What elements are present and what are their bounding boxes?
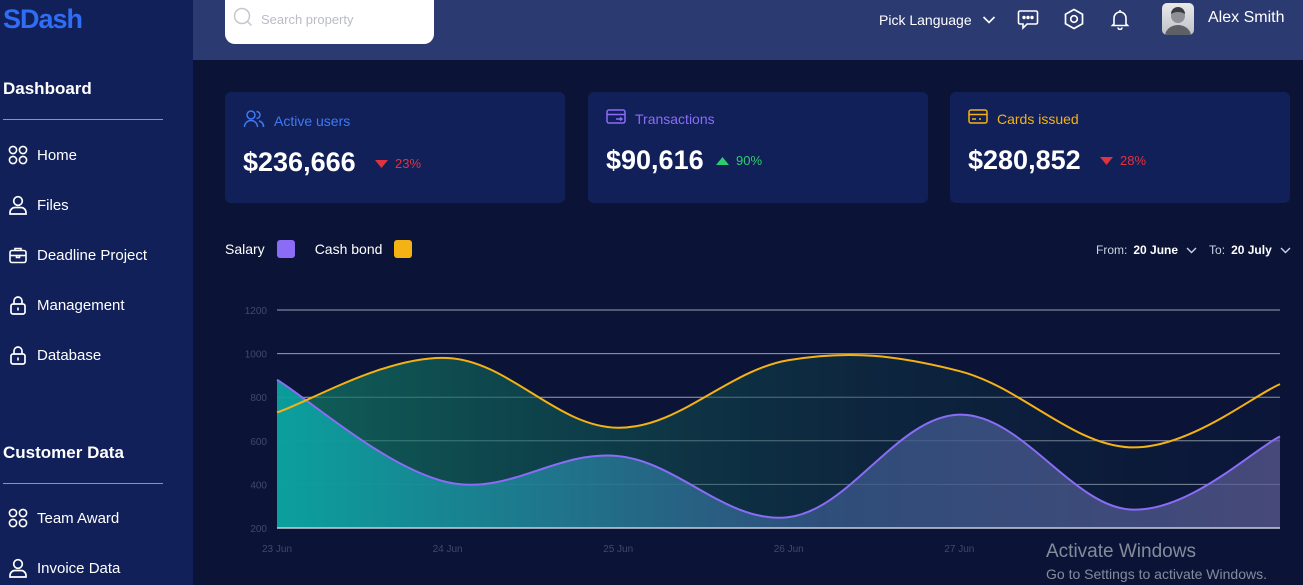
- x-tick-label: 26 Jun: [774, 544, 804, 555]
- card-header: Transactions: [606, 108, 715, 129]
- app-logo[interactable]: SDash: [3, 4, 83, 35]
- y-tick-label: 1000: [245, 350, 268, 361]
- card-value: $90,616: [606, 145, 704, 175]
- user-icon: [7, 558, 28, 579]
- card-header: Active users: [243, 108, 350, 133]
- language-label: Pick Language: [879, 12, 972, 28]
- to-label: To:: [1209, 243, 1226, 257]
- chevron-down-icon[interactable]: [1280, 243, 1291, 257]
- search-input[interactable]: [261, 11, 421, 27]
- sidebar-item-files[interactable]: Files: [7, 191, 69, 219]
- bell-icon[interactable]: [1108, 7, 1132, 31]
- y-tick-label: 400: [250, 480, 267, 491]
- sidebar-item-label: Database: [37, 346, 102, 364]
- card-header: Cards issued: [968, 108, 1079, 129]
- card-title: Cards issued: [997, 110, 1079, 127]
- section-title-customer-data: Customer Data: [3, 443, 124, 462]
- stat-card-transactions: Transactions $90,616 90%: [588, 92, 928, 203]
- card-title: Active users: [274, 112, 351, 129]
- activation-watermark-subtitle: Go to Settings to activate Windows.: [1046, 566, 1267, 582]
- area-chart: 1200 1000 800 600 400 200 23 Jun 24 Jun 25 Jun 2…: [245, 306, 1281, 555]
- chat-icon[interactable]: [1016, 7, 1040, 31]
- x-tick-label: 27 Jun: [944, 544, 974, 555]
- legend-swatch-cash-bond[interactable]: [394, 240, 413, 258]
- users-icon: [243, 108, 265, 133]
- topbar: Pick Language Alex Smith: [193, 0, 1303, 60]
- y-tick-label: 600: [250, 437, 267, 448]
- card-value: $236,666: [243, 147, 356, 177]
- sidebar: SDash Dashboard Home Files Deadline Proj…: [0, 0, 193, 585]
- search-icon: [233, 7, 253, 32]
- y-tick-label: 800: [250, 393, 267, 404]
- sidebar-item-label: Invoice Data: [37, 559, 121, 577]
- change-value: 90%: [736, 153, 763, 168]
- sidebar-item-deadline-project[interactable]: Deadline Project: [7, 241, 147, 269]
- change-value: 28%: [1120, 153, 1147, 168]
- legend-label-cash-bond: Cash bond: [314, 241, 383, 257]
- divider: [3, 483, 163, 484]
- chart-legend: Salary Cash bond: [225, 240, 432, 258]
- section-title-dashboard: Dashboard: [3, 79, 92, 98]
- to-date[interactable]: 20 July: [1231, 243, 1272, 257]
- from-date[interactable]: 20 June: [1133, 243, 1178, 257]
- sidebar-item-label: Deadline Project: [37, 246, 148, 264]
- card-change: 23%: [375, 156, 421, 171]
- sidebar-item-label: Home: [37, 146, 78, 164]
- sidebar-item-home[interactable]: Home: [7, 141, 77, 169]
- x-tick-label: 23 Jun: [262, 544, 292, 555]
- sidebar-item-label: Management: [37, 296, 125, 314]
- from-label: From:: [1096, 243, 1128, 257]
- card-title: Transactions: [635, 110, 715, 127]
- language-picker[interactable]: Pick Language: [879, 9, 996, 31]
- caret-down-icon: [375, 156, 388, 171]
- lock-icon: [7, 345, 28, 366]
- sidebar-item-invoice-data[interactable]: Invoice Data: [7, 554, 120, 582]
- y-tick-label: 200: [250, 524, 267, 535]
- grid-icon: [7, 508, 28, 529]
- card-value: $280,852: [968, 145, 1081, 175]
- stat-card-cards-issued: Cards issued $280,852 28%: [950, 92, 1290, 203]
- sidebar-item-label: Team Award: [37, 509, 120, 527]
- legend-label-salary: Salary: [225, 241, 265, 257]
- stat-card-active-users: Active users $236,666 23%: [225, 92, 565, 203]
- activation-watermark-title: Activate Windows: [1046, 541, 1196, 562]
- card-transfer-icon: [606, 108, 626, 129]
- sidebar-item-label: Files: [37, 196, 69, 214]
- lock-icon: [7, 295, 28, 316]
- sidebar-item-database[interactable]: Database: [7, 341, 101, 369]
- sidebar-item-management[interactable]: Management: [7, 291, 125, 319]
- credit-card-icon: [968, 108, 988, 129]
- grid-icon: [7, 145, 28, 166]
- legend-swatch-salary[interactable]: [276, 240, 295, 258]
- x-tick-label: 25 Jun: [603, 544, 633, 555]
- date-range: From: 20 June To: 20 July: [1096, 243, 1291, 257]
- sidebar-item-team-award[interactable]: Team Award: [7, 504, 119, 532]
- user-name[interactable]: Alex Smith: [1208, 9, 1284, 27]
- briefcase-icon: [7, 245, 28, 266]
- user-icon: [7, 195, 28, 216]
- y-tick-label: 1200: [245, 306, 268, 317]
- change-value: 23%: [395, 156, 422, 171]
- chevron-down-icon: [982, 12, 996, 28]
- x-tick-label: 24 Jun: [433, 544, 463, 555]
- chevron-down-icon[interactable]: [1186, 243, 1197, 257]
- caret-down-icon: [1100, 153, 1113, 168]
- divider: [3, 119, 163, 120]
- settings-hex-icon[interactable]: [1062, 7, 1086, 31]
- caret-up-icon: [716, 153, 729, 168]
- search-box[interactable]: [225, 0, 434, 44]
- card-change: 28%: [1100, 153, 1146, 168]
- card-change: 90%: [716, 153, 762, 168]
- avatar[interactable]: [1162, 3, 1194, 35]
